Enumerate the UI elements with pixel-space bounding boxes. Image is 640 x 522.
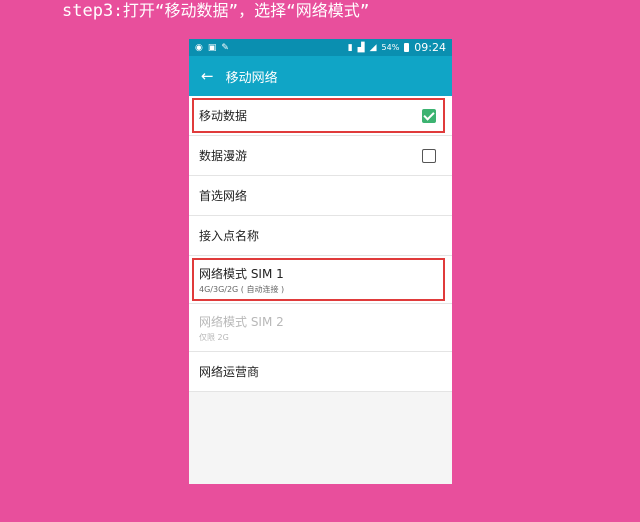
setting-label: 接入点名称 — [199, 229, 260, 243]
setting-label: 首选网络 — [199, 189, 248, 203]
settings-list: 移动数据 数据漫游 首选网络 接入点名称 网络模式 SIM 1 4G/3G/2G… — [189, 96, 452, 392]
battery-icon — [404, 43, 410, 52]
setting-label: 移动数据 — [199, 109, 248, 123]
setting-summary: 4G/3G/2G ( 自动连接 ) — [199, 284, 285, 294]
setting-network-mode-sim2: 网络模式 SIM 2 仅限 2G — [189, 304, 452, 352]
status-bar: ◉ ▣ ✎ ▮ ▟ ◢ 54% 09:24 — [189, 39, 452, 56]
app-bar: ← 移动网络 — [189, 56, 452, 96]
setting-label: 网络运营商 — [199, 365, 260, 379]
clock: 09:24 — [414, 41, 446, 54]
instruction-caption: step3:打开“移动数据”，选择“网络模式” — [62, 0, 369, 22]
setting-data-roaming[interactable]: 数据漫游 — [189, 136, 452, 176]
setting-mobile-data[interactable]: 移动数据 — [189, 96, 452, 136]
battery-percent: 54% — [381, 43, 400, 52]
instruction-text: :打开“移动数据”，选择“网络模式” — [113, 1, 370, 20]
setting-summary: 仅限 2G — [199, 332, 229, 342]
setting-preferred-network[interactable]: 首选网络 — [189, 176, 452, 216]
data-roaming-checkbox[interactable] — [422, 148, 436, 163]
step-label: step3 — [62, 1, 114, 21]
signal-icon-2: ◢ — [369, 42, 377, 53]
setting-label: 数据漫游 — [199, 149, 248, 163]
notification-icon: ◉ — [195, 42, 203, 53]
setting-label: 网络模式 SIM 2 — [199, 314, 284, 329]
phone-screen: ◉ ▣ ✎ ▮ ▟ ◢ 54% 09:24 ← 移动网络 移动数据 数据漫游 首… — [189, 39, 452, 484]
setting-network-operator[interactable]: 网络运营商 — [189, 352, 452, 392]
sim-icon: ▮ — [347, 42, 353, 53]
tool-icon: ✎ — [221, 42, 229, 53]
signal-icon: ▟ — [357, 42, 365, 53]
setting-apn[interactable]: 接入点名称 — [189, 216, 452, 256]
back-arrow-icon[interactable]: ← — [201, 67, 214, 85]
mobile-data-checkbox[interactable] — [422, 108, 436, 123]
image-icon: ▣ — [207, 42, 217, 53]
setting-label: 网络模式 SIM 1 — [199, 266, 284, 281]
setting-network-mode-sim1[interactable]: 网络模式 SIM 1 4G/3G/2G ( 自动连接 ) — [189, 256, 452, 304]
page-title: 移动网络 — [225, 70, 278, 86]
